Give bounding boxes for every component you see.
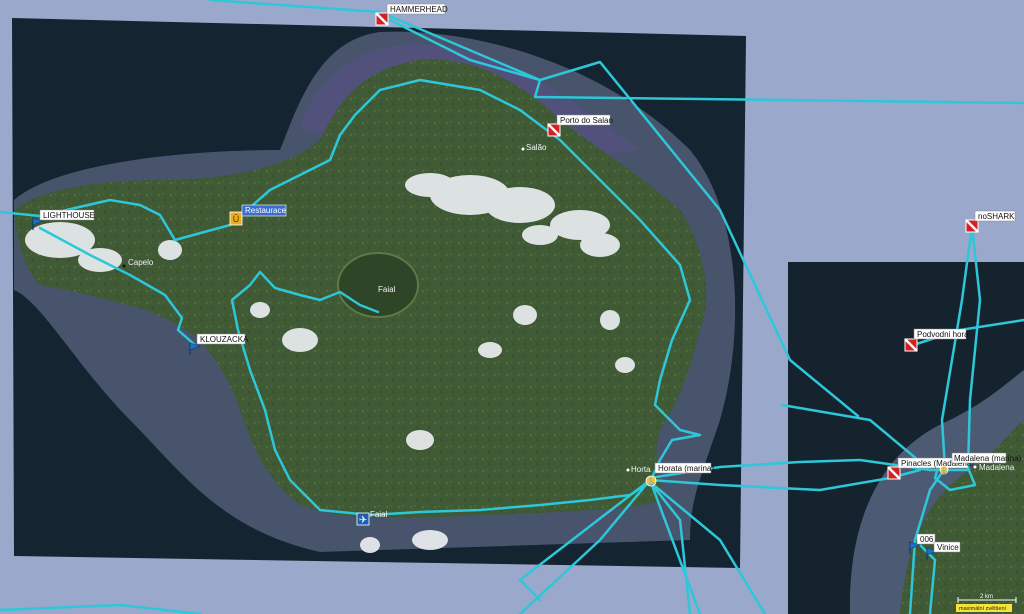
waypoint-label: LIGHTHOUSE — [43, 211, 95, 220]
airport-marker[interactable]: ✈ — [356, 512, 370, 526]
waypoint-label: Horata (marina) — [658, 464, 714, 473]
dive-flag-icon — [546, 122, 562, 138]
dive-site-noshark[interactable]: noSHARK — [964, 210, 1016, 234]
place-label-faial: Faial — [378, 285, 396, 294]
dive-site-label: noSHARK — [978, 212, 1015, 221]
anchor-icon: ⚓ — [647, 477, 656, 486]
dive-site-hammerhead[interactable]: HAMMERHEAD — [374, 3, 448, 27]
satellite-tile-pico — [788, 262, 1024, 614]
beer-icon: Ū — [233, 214, 240, 224]
place-label-capelo: Capelo — [128, 258, 154, 267]
airport-label: Faial — [370, 510, 388, 519]
dive-site-label: Podvodni hora — [917, 330, 969, 339]
waypoint-label: Vinice — [937, 543, 959, 552]
anchor-icon: ⚓ — [940, 467, 947, 475]
zoom-note: maximální zvětšení — [956, 604, 1012, 612]
dive-site-label: Porto do Salao — [560, 116, 613, 125]
place-label-horta: Horta — [631, 465, 651, 474]
airplane-icon: ✈ — [359, 515, 367, 526]
waypoint-label: KLOUZACKA — [200, 335, 249, 344]
dive-flag-icon — [903, 337, 919, 353]
scale-label: 2 km — [980, 594, 993, 600]
dive-flag-icon — [964, 218, 980, 234]
dive-site-label: HAMMERHEAD — [390, 5, 448, 14]
place-label-madalena: Madalena — [979, 463, 1015, 472]
map-view[interactable]: ✈ Faial Salão Capelo Faial Horta Madalen… — [0, 0, 1024, 614]
waypoint-label: Madalena (marina) — [954, 454, 1021, 463]
waypoint-label: 006 — [920, 535, 934, 544]
waypoint-label: Restaurace — [245, 206, 286, 215]
dive-flag-icon — [886, 465, 902, 481]
dive-flag-icon — [374, 11, 390, 27]
place-label-salao: Salão — [526, 143, 547, 152]
zoom-note-label: maximální zvětšení — [959, 606, 1007, 612]
